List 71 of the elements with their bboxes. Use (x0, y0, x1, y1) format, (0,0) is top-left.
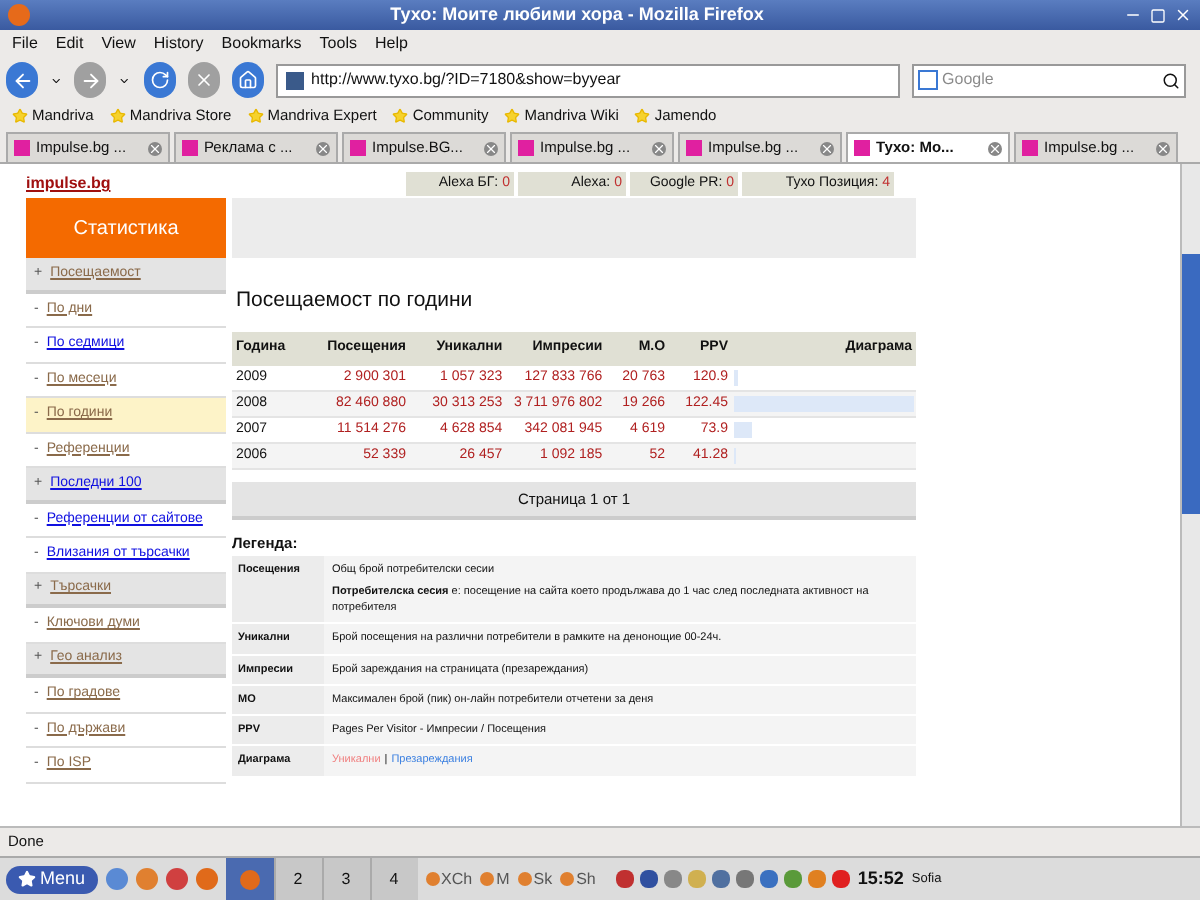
search-input[interactable]: Google (942, 68, 1163, 92)
search-icon[interactable] (1162, 71, 1181, 89)
reload-button[interactable] (143, 62, 176, 98)
menu-item[interactable]: History (153, 32, 204, 56)
page-icon (854, 140, 870, 156)
dropdown-icon[interactable] (118, 73, 131, 87)
star-icon (247, 108, 264, 124)
page-icon (14, 140, 30, 156)
close-icon[interactable] (1174, 6, 1192, 24)
star-icon (109, 108, 126, 124)
page-icon (350, 140, 366, 156)
page-icon (1022, 140, 1038, 156)
star-icon (504, 108, 521, 124)
page-icon (182, 140, 198, 156)
star-icon (392, 108, 409, 124)
forward-button[interactable] (74, 62, 107, 98)
address-field[interactable]: http://www.tyxo.bg/?ID=7180&show=byyear (275, 63, 901, 97)
search-field[interactable]: Google (912, 63, 1187, 97)
task-button[interactable]: Sk (533, 867, 553, 891)
menu-item[interactable]: File (12, 32, 38, 56)
close-icon[interactable] (1156, 141, 1170, 155)
menu-item[interactable]: Tools (319, 32, 357, 56)
reload-icon (149, 70, 169, 90)
window-title: Тухо: Моите любими хора - Mozilla Firefox (388, 1, 766, 28)
back-arrow-icon (11, 69, 33, 91)
workspace-button[interactable]: 4 (369, 858, 418, 900)
address-input[interactable]: http://www.tyxo.bg/?ID=7180&show=byyear (311, 68, 891, 92)
stop-icon (193, 70, 214, 90)
task-button[interactable]: Sh (576, 867, 596, 891)
close-icon[interactable] (316, 141, 330, 155)
app-icon (517, 872, 532, 886)
menu-item[interactable]: Help (374, 32, 408, 56)
workspace-button[interactable]: 2 (273, 858, 322, 900)
launcher-icon[interactable] (135, 868, 158, 890)
star-icon (634, 108, 651, 124)
menu-item[interactable]: Bookmarks (221, 32, 302, 56)
maximize-icon[interactable] (1150, 7, 1166, 23)
page-icon (686, 140, 702, 156)
home-button[interactable] (231, 62, 264, 98)
close-icon[interactable] (148, 141, 162, 155)
clock: 15:52 (857, 865, 904, 892)
page-heading: Посещаемост по години (234, 286, 475, 316)
app-icon (480, 872, 495, 886)
app-icon (425, 872, 440, 886)
stop-button[interactable] (187, 62, 220, 98)
launcher-icon[interactable] (105, 868, 128, 890)
dropdown-icon[interactable] (50, 73, 63, 87)
star-icon (18, 870, 36, 888)
close-icon[interactable] (820, 141, 834, 155)
menu-item[interactable]: Edit (55, 32, 84, 56)
page-icon (518, 140, 534, 156)
menu-button[interactable]: Menu (6, 865, 98, 893)
launcher-icon[interactable] (165, 868, 188, 890)
home-icon (237, 70, 258, 90)
task-button[interactable]: M (496, 867, 510, 891)
site-icon (285, 71, 304, 89)
workspace-button[interactable]: 3 (321, 858, 370, 900)
scrollbar[interactable] (1180, 164, 1200, 826)
star-icon (12, 108, 28, 124)
sidebar-title: Статистика (26, 198, 226, 258)
close-icon[interactable] (652, 141, 666, 155)
menu-item[interactable]: View (101, 32, 136, 56)
launcher-icon[interactable] (195, 868, 218, 890)
forward-arrow-icon (79, 69, 102, 91)
app-icon (560, 872, 575, 886)
task-button[interactable]: XCh (441, 867, 473, 891)
site-link[interactable]: impulse.bg (26, 172, 406, 196)
close-icon[interactable] (484, 141, 498, 155)
back-button[interactable] (6, 62, 39, 98)
workspace-button[interactable] (225, 858, 274, 900)
close-icon[interactable] (988, 141, 1002, 155)
